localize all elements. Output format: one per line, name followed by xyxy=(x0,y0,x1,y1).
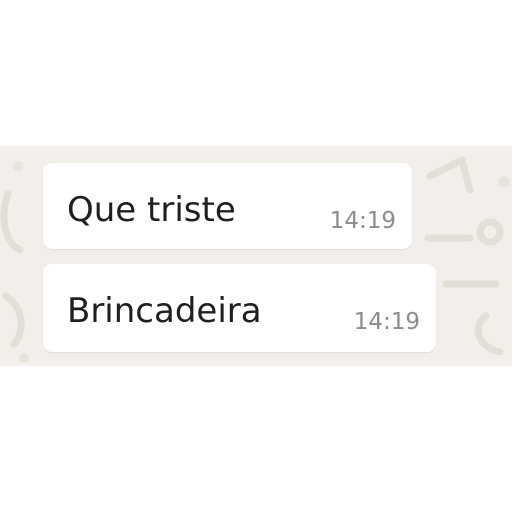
message-bubble[interactable]: Que triste 14:19 xyxy=(43,163,412,249)
message-text: Brincadeira xyxy=(67,291,262,331)
message-bubble[interactable]: Brincadeira 14:19 xyxy=(43,264,436,352)
chat-screenshot: Que triste 14:19 Brincadeira 14:19 xyxy=(0,0,512,512)
message-timestamp: 14:19 xyxy=(329,208,396,234)
message-timestamp: 14:19 xyxy=(353,309,420,335)
chat-conversation-area[interactable]: Que triste 14:19 Brincadeira 14:19 xyxy=(0,146,512,366)
message-text: Que triste xyxy=(67,190,236,230)
